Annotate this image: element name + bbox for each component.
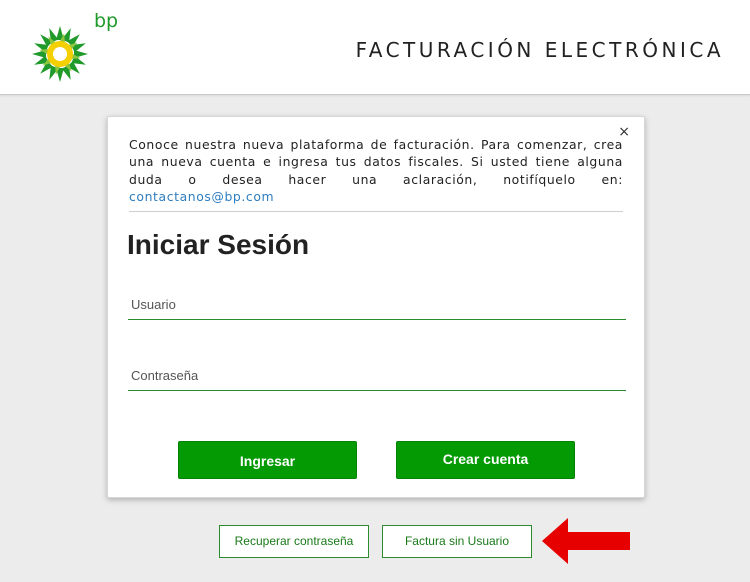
contact-email-link[interactable]: contactanos@bp.com <box>129 189 274 204</box>
recover-password-button[interactable]: Recuperar contraseña <box>219 525 369 558</box>
create-account-button[interactable]: Crear cuenta <box>396 441 575 479</box>
notice-message: Conoce nuestra nueva plataforma de factu… <box>129 137 623 187</box>
bp-logo[interactable]: bp <box>28 6 118 86</box>
page-title: FACTURACIÓN ELECTRÓNICA <box>355 38 724 62</box>
login-title: Iniciar Sesión <box>127 229 310 260</box>
password-input[interactable] <box>128 361 626 390</box>
login-card: × Conoce nuestra nueva plataforma de fac… <box>107 116 645 498</box>
username-field <box>128 290 626 320</box>
invoice-without-user-button[interactable]: Factura sin Usuario <box>382 525 532 558</box>
bp-helios-icon <box>32 26 88 82</box>
bp-logo-text: bp <box>94 10 119 32</box>
login-button[interactable]: Ingresar <box>178 441 357 479</box>
divider <box>129 211 623 212</box>
password-field <box>128 361 626 391</box>
username-input[interactable] <box>128 290 626 319</box>
notice-text: Conoce nuestra nueva plataforma de factu… <box>129 136 623 206</box>
header: bp FACTURACIÓN ELECTRÓNICA <box>0 0 750 95</box>
red-arrow-icon <box>542 518 630 564</box>
